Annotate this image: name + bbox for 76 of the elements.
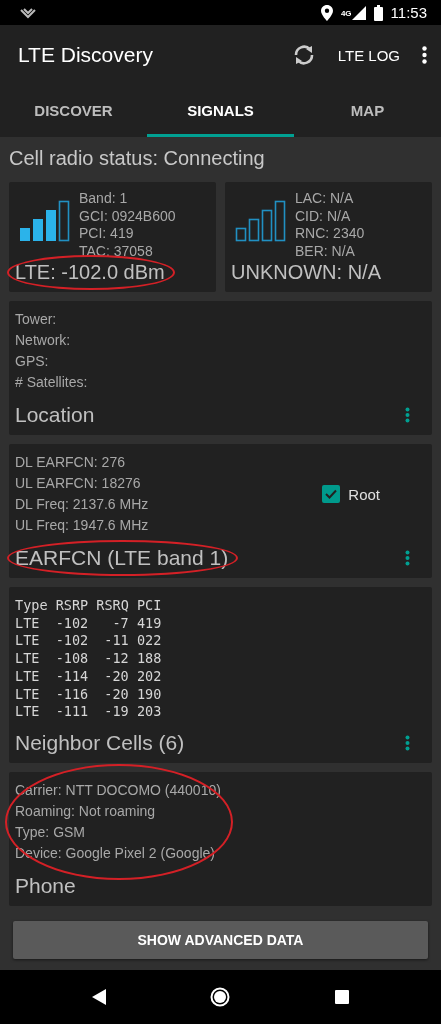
table-cell: -111	[55, 703, 89, 721]
cell-radio-status: Cell radio status: Connecting	[9, 147, 266, 170]
signal-bars-icon	[19, 200, 71, 242]
cellular-signal-icon	[351, 5, 366, 20]
more-icon[interactable]	[405, 734, 410, 751]
info-line: Type: GSM	[15, 822, 87, 842]
table-cell: 190	[136, 685, 162, 704]
more-icon[interactable]	[405, 550, 410, 566]
table-cell-text: LTE	[15, 667, 41, 686]
recents-icon[interactable]	[334, 990, 349, 1004]
checkmark-icon	[325, 489, 338, 499]
root-checkbox[interactable]: Root	[322, 485, 380, 503]
info-line: UL EARFCN: 18276	[15, 474, 142, 493]
table-cell-text: -20	[103, 685, 129, 704]
back-icon[interactable]	[92, 989, 107, 1005]
column-header: PCI	[136, 597, 162, 615]
table-cell: 202	[136, 667, 162, 686]
card-title: Location	[15, 403, 95, 427]
tab[interactable]: MAP	[294, 85, 441, 137]
signal-bars-icon	[235, 200, 287, 242]
overflow-menu-icon[interactable]	[422, 46, 427, 64]
info-line: # Satellites:	[15, 373, 89, 392]
network-type: 4G	[340, 9, 352, 18]
column-header: Type	[15, 597, 48, 615]
signal-info-line: BER: N/A	[295, 242, 356, 260]
card-title: EARFCN (LTE band 1)	[15, 546, 229, 569]
column-header: RSRP	[55, 597, 89, 615]
info-line: Network:	[15, 331, 72, 350]
tab[interactable]: DISCOVER	[0, 85, 147, 137]
app-title: LTE Discovery	[18, 43, 154, 67]
table-cell: -102	[55, 632, 89, 651]
table-cell-text: LTE	[15, 650, 41, 668]
table-cell-text: LTE	[15, 685, 41, 704]
show-advanced-data-button[interactable]: SHOW ADVANCED DATA	[13, 920, 428, 959]
card-title: Phone	[15, 873, 76, 898]
signal-info-line: Band: 1	[79, 190, 129, 208]
notification-icon	[20, 6, 36, 19]
table-cell: -108	[55, 650, 89, 668]
info-line: GPS:	[15, 352, 50, 371]
more-icon[interactable]	[405, 407, 410, 423]
table-cell: 188	[136, 650, 162, 668]
info-line: Roaming: Not roaming	[15, 801, 157, 821]
table-cell: -116	[55, 685, 89, 704]
table-cell-text: LTE	[15, 632, 41, 651]
home-icon[interactable]	[210, 987, 231, 1007]
info-line: DL EARFCN: 276	[15, 453, 126, 472]
info-line: Tower:	[15, 310, 58, 329]
table-cell: 022	[136, 632, 162, 651]
table-cell-text: LTE	[15, 703, 41, 721]
table-cell-text: -19	[103, 703, 129, 721]
lte-log-button[interactable]: LTE LOG	[333, 42, 404, 68]
signal-strength: LTE: -102.0 dBm	[15, 261, 165, 283]
info-line: DL Freq: 2137.6 MHz	[15, 495, 150, 514]
table-cell-text: -12	[103, 650, 129, 668]
column-header: RSRQ	[96, 597, 129, 615]
signal-info-line: RNC: 2340	[295, 225, 365, 243]
table-cell-text: -7	[111, 614, 129, 633]
info-line: UL Freq: 1947.6 MHz	[15, 516, 150, 535]
signal-info-line: TAC: 37058	[79, 242, 154, 260]
location-icon	[320, 4, 333, 21]
table-cell-text: LTE	[15, 614, 41, 633]
table-cell-text: -11	[103, 632, 129, 651]
table-cell: -114	[55, 667, 89, 686]
signal-info-line: GCI: 0924B600	[79, 207, 176, 225]
signal-info-line: CID: N/A	[295, 207, 352, 225]
signal-info-line: PCI: 419	[79, 225, 135, 243]
table-cell-text: -20	[103, 667, 129, 686]
battery-icon	[373, 4, 383, 21]
clock: 11:53	[390, 4, 427, 21]
table-cell: 419	[136, 614, 162, 633]
tab[interactable]: SIGNALS	[147, 85, 294, 137]
signal-strength: UNKNOWN: N/A	[231, 261, 381, 283]
table-cell: -102	[55, 614, 89, 633]
signal-info-line: LAC: N/A	[295, 190, 355, 208]
table-cell: 203	[136, 703, 162, 721]
card-title: Neighbor Cells (6)	[15, 730, 185, 755]
